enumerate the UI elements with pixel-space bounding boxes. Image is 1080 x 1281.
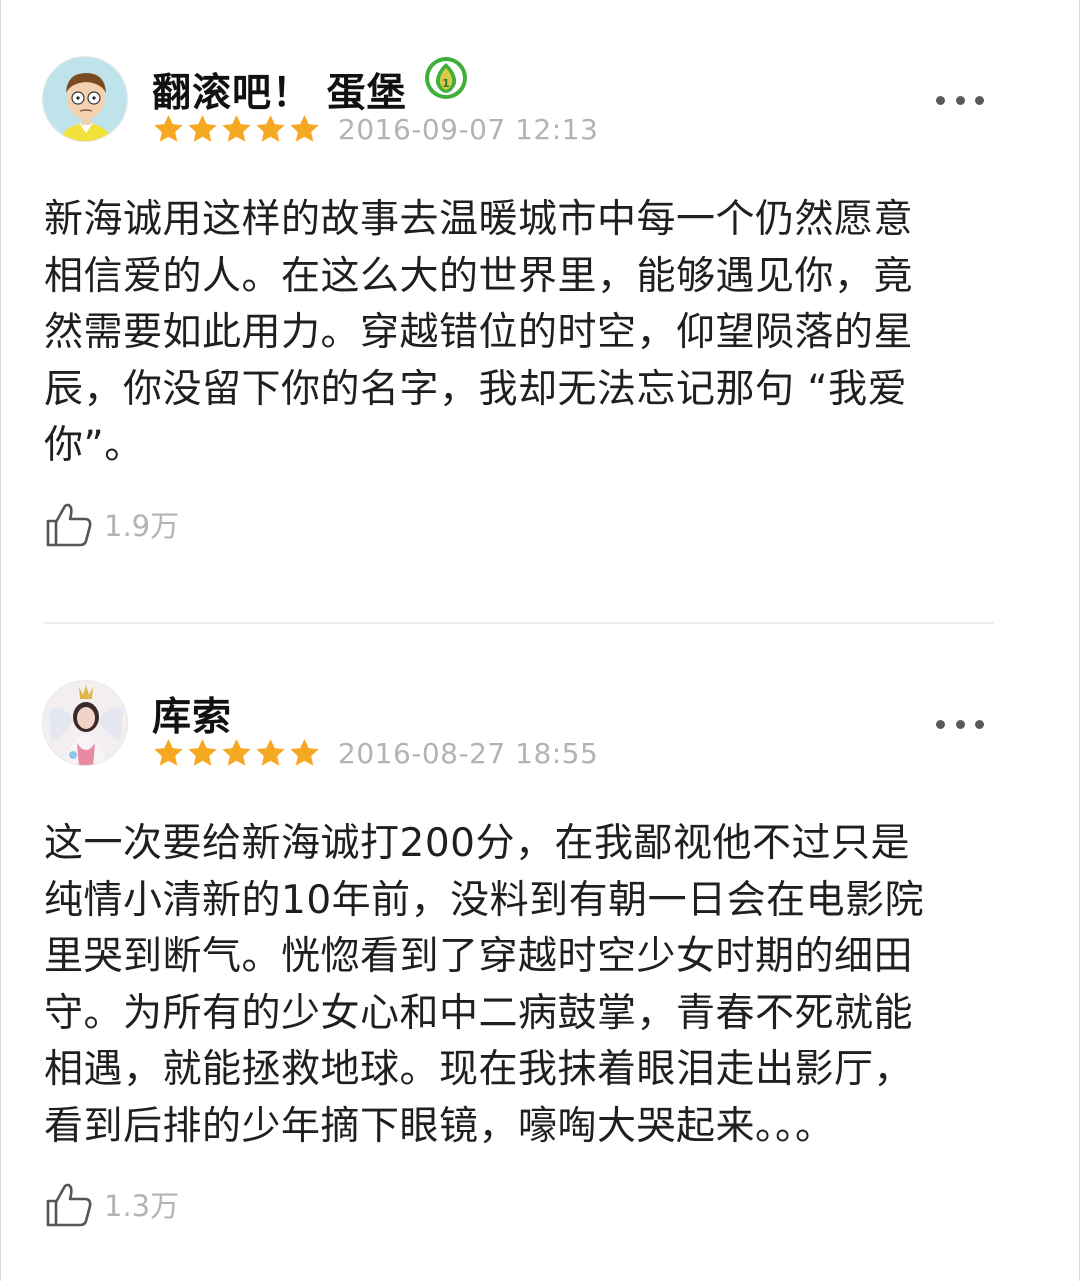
star-icon xyxy=(256,738,285,766)
star-icon xyxy=(256,114,285,142)
like-count: 1.9万 xyxy=(104,509,180,543)
more-options-button[interactable] xyxy=(936,712,984,736)
more-dots-icon xyxy=(975,95,984,105)
like-button[interactable]: 1.3万 xyxy=(44,1178,179,1230)
like-count: 1.3万 xyxy=(104,1189,180,1223)
star-icon xyxy=(222,738,251,766)
review-line: 你”。 xyxy=(44,423,144,468)
review-line: 这一次要给新海诚打200分，在我鄙视他不过只是 xyxy=(44,821,910,866)
star-icon xyxy=(154,114,183,142)
review-body: 这一次要给新海诚打200分，在我鄙视他不过只是 纯情小清新的10年前，没料到有朝… xyxy=(44,816,1004,1155)
more-dots-icon xyxy=(936,719,945,729)
review-card: 翻滚吧！ 蛋堡 1 2016-09-07 12:13 新海诚用这样的故事去温暖城… xyxy=(0,0,1080,620)
more-options-button[interactable] xyxy=(936,88,984,112)
cartoon-avatar-icon xyxy=(43,57,127,141)
level-number: 1 xyxy=(442,77,450,90)
timestamp: 2016-08-27 18:55 xyxy=(338,736,599,770)
star-icon xyxy=(188,738,217,766)
review-line: 看到后排的少年摘下眼镜，嚎啕大哭起来。。。 xyxy=(44,1103,835,1149)
review-line: 守。为所有的少女心和中二病鼓掌，青春不死就能 xyxy=(44,990,914,1036)
review-line: 新海诚用这样的故事去温暖城市中每一个仍然愿意 xyxy=(44,197,914,242)
star-icon xyxy=(154,738,183,766)
thumbs-up-icon xyxy=(46,503,92,547)
user-avatar[interactable] xyxy=(42,56,128,142)
review-line: 里哭到断气。恍惚看到了穿越时空少女时期的细田 xyxy=(44,934,914,979)
more-dots-icon xyxy=(955,719,965,729)
star-icon xyxy=(290,114,319,142)
more-dots-icon xyxy=(955,95,965,105)
username[interactable]: 库索 xyxy=(152,686,232,742)
star-rating xyxy=(152,737,322,770)
review-card: 库索 2016-08-27 18:55 这一次要给新海诚打200分，在我鄙视他不… xyxy=(0,624,1080,1281)
review-line: 相遇，就能拯救地球。现在我抹着眼泪走出影厅， xyxy=(44,1047,914,1092)
review-line: 纯情小清新的10年前，没料到有朝一日会在电影院 xyxy=(44,877,925,923)
more-dots-icon xyxy=(936,95,945,105)
rating-row: 2016-08-27 18:55 xyxy=(152,735,598,771)
review-line: 辰，你没留下你的名字，我却无法忘记那句 “我爱 xyxy=(44,366,908,412)
rating-row: 2016-09-07 12:13 xyxy=(152,111,598,147)
photo-avatar-icon xyxy=(43,681,127,765)
review-line: 相信爱的人。在这么大的世界里，能够遇见你，竟 xyxy=(44,253,914,299)
like-button[interactable]: 1.9万 xyxy=(44,498,179,550)
review-line: 然需要如此用力。穿越错位的时空，仰望陨落的星 xyxy=(44,310,914,355)
leaf-level-badge-icon: 1 xyxy=(425,57,467,99)
star-rating xyxy=(152,113,322,146)
star-icon xyxy=(188,114,217,142)
review-body: 新海诚用这样的故事去温暖城市中每一个仍然愿意 相信爱的人。在这么大的世界里，能够… xyxy=(44,192,1004,475)
star-icon xyxy=(290,738,319,766)
username[interactable]: 翻滚吧！ 蛋堡 xyxy=(152,62,407,118)
timestamp: 2016-09-07 12:13 xyxy=(338,112,599,146)
user-avatar[interactable] xyxy=(42,680,128,766)
more-dots-icon xyxy=(975,719,984,729)
star-icon xyxy=(222,114,251,142)
thumbs-up-icon xyxy=(46,1183,92,1227)
